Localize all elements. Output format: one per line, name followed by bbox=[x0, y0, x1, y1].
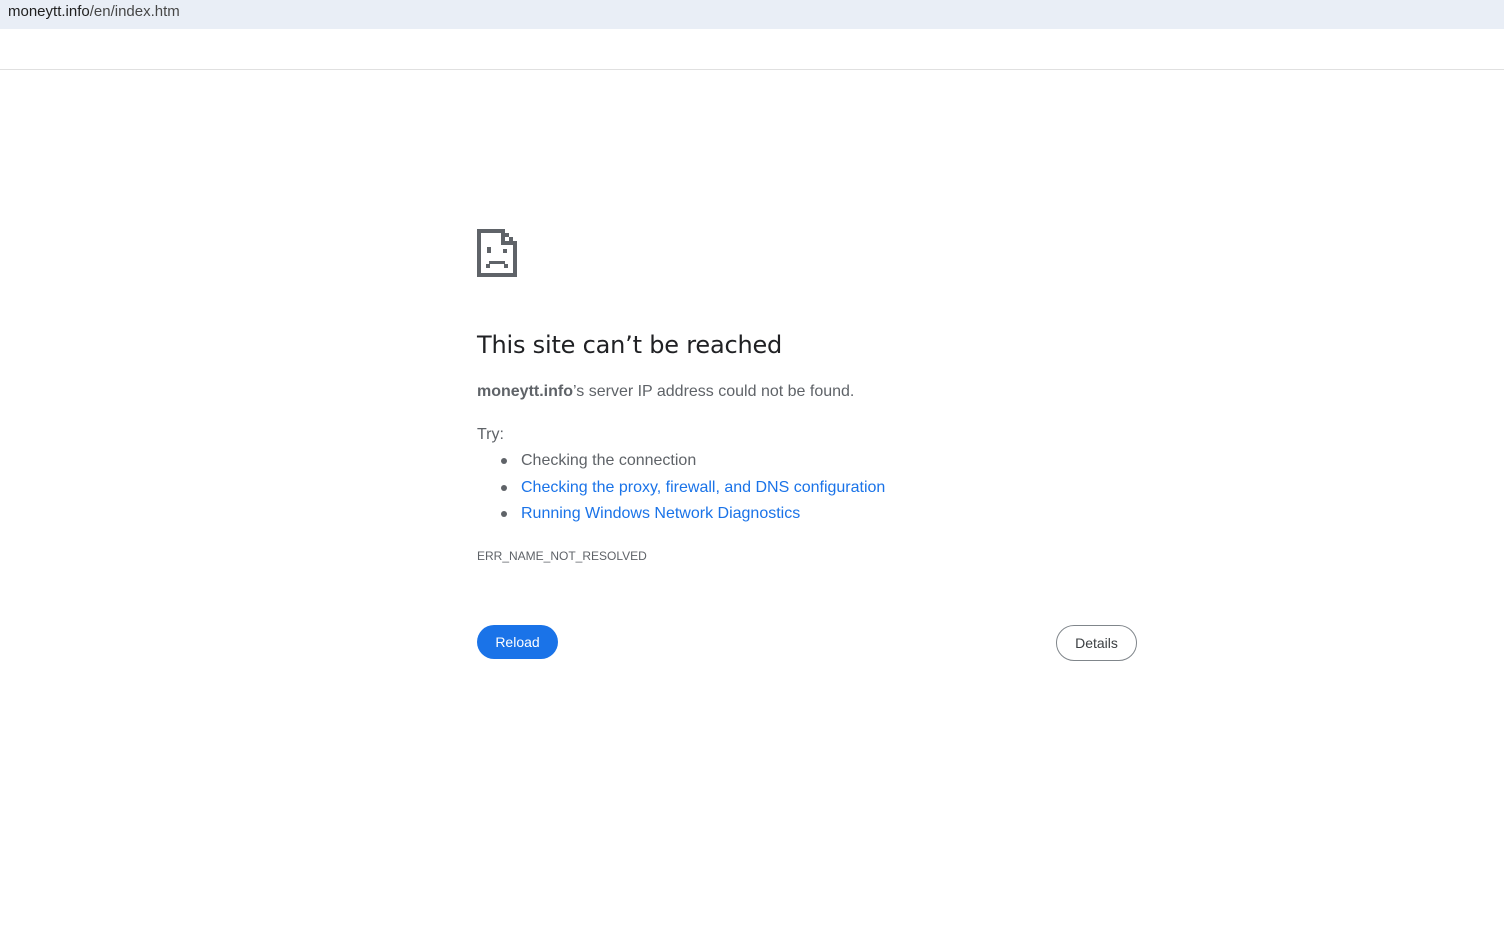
reload-button[interactable]: Reload bbox=[477, 625, 558, 659]
suggestions-list: Checking the connection Checking the pro… bbox=[477, 449, 885, 529]
list-item: Checking the connection bbox=[477, 449, 885, 476]
error-code: ERR_NAME_NOT_RESOLVED bbox=[477, 549, 647, 563]
url-text[interactable]: moneytt.info/en/index.htm bbox=[8, 3, 180, 21]
list-item: Running Windows Network Diagnostics bbox=[477, 502, 885, 529]
suggestion-network-diagnostics-link[interactable]: Running Windows Network Diagnostics bbox=[521, 505, 800, 522]
bullet-icon bbox=[501, 511, 507, 517]
url-path: /en/index.htm bbox=[89, 3, 180, 20]
suggestion-check-connection: Checking the connection bbox=[521, 452, 697, 469]
suggestion-proxy-firewall-dns-link[interactable]: Checking the proxy, firewall, and DNS co… bbox=[521, 479, 885, 496]
url-domain: moneytt.info bbox=[8, 3, 90, 20]
bullet-icon bbox=[501, 458, 507, 464]
page-title: This site can’t be reached bbox=[477, 331, 783, 359]
bullet-icon bbox=[501, 484, 507, 491]
divider bbox=[0, 69, 1504, 70]
list-item: Checking the proxy, firewall, and DNS co… bbox=[477, 476, 885, 503]
error-summary: moneytt.info’s server IP address could n… bbox=[477, 381, 854, 403]
summary-text: ’s server IP address could not be found. bbox=[573, 383, 855, 400]
address-bar[interactable]: moneytt.info/en/index.htm bbox=[0, 0, 1504, 29]
summary-host: moneytt.info bbox=[477, 383, 573, 400]
try-label: Try: bbox=[477, 426, 504, 443]
details-button[interactable]: Details bbox=[1056, 625, 1137, 661]
sad-page-icon bbox=[477, 229, 517, 277]
